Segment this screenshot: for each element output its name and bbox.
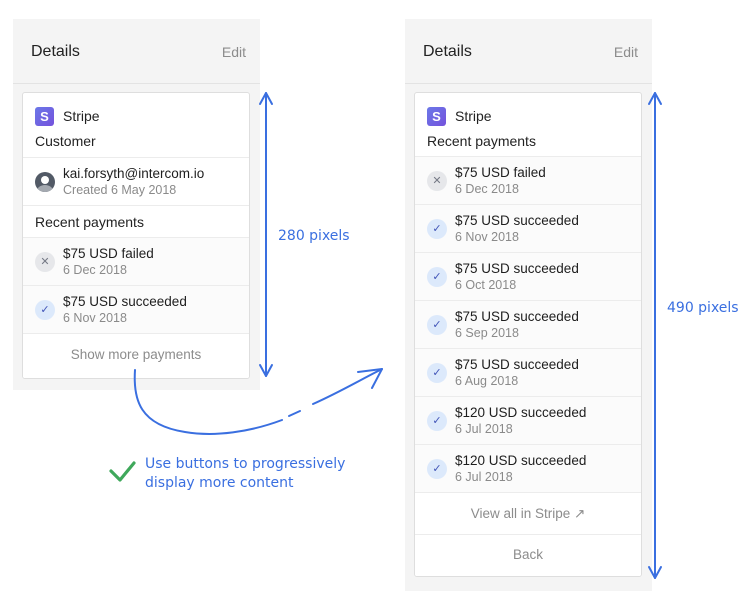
checkmark-icon — [109, 461, 136, 482]
guideline-line-2: display more content — [145, 475, 294, 491]
guideline-text: Use buttons to progressively display mor… — [145, 455, 345, 493]
left-height-label: 280 pixels — [278, 228, 350, 244]
transition-arrow — [133, 368, 383, 435]
right-height-label: 490 pixels — [667, 300, 739, 316]
guideline-line-1: Use buttons to progressively — [145, 456, 346, 472]
left-height-arrow — [259, 92, 273, 377]
right-height-arrow — [648, 92, 662, 579]
annotation-overlay — [109, 92, 662, 579]
